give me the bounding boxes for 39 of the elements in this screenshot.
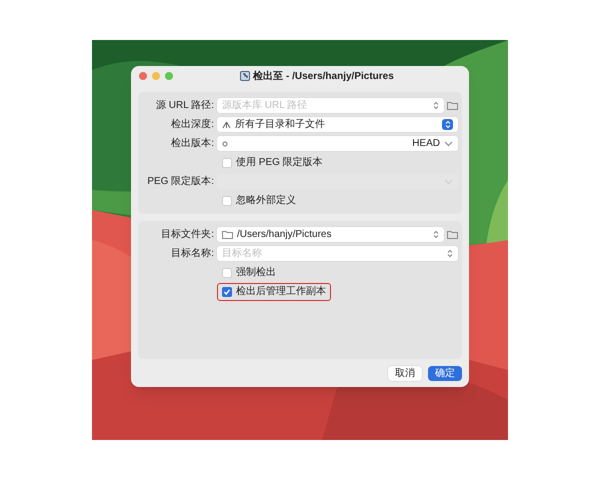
checkbox-label[interactable]: 忽略外部定义 bbox=[236, 193, 296, 208]
field-label: 目标文件夹: bbox=[161, 228, 214, 242]
stepper-icon bbox=[447, 249, 453, 258]
minimize-button[interactable] bbox=[152, 72, 160, 80]
revision-icon bbox=[222, 140, 228, 148]
checkbox-label[interactable]: 强制检出 bbox=[236, 265, 276, 280]
field-value: HEAD bbox=[412, 137, 440, 151]
field-label: PEG 限定版本: bbox=[147, 174, 214, 189]
field-label: 检出版本: bbox=[171, 136, 214, 151]
field-label: 检出深度: bbox=[171, 118, 214, 132]
stepper-icon bbox=[442, 119, 453, 130]
depth-dropdown[interactable]: 所有子目录和子文件 bbox=[217, 117, 458, 132]
cancel-button[interactable]: 取消 bbox=[388, 366, 422, 381]
zoom-button[interactable] bbox=[165, 72, 173, 80]
field-value: /Users/hanjy/Pictures bbox=[237, 228, 332, 242]
folder-icon bbox=[222, 230, 233, 239]
chevron-icon bbox=[444, 140, 453, 146]
checkbox[interactable] bbox=[222, 158, 232, 168]
tree-icon bbox=[222, 120, 231, 128]
placeholder-text: 源版本库 URL 路径 bbox=[222, 98, 308, 113]
confirm-button[interactable]: 确定 bbox=[428, 366, 462, 381]
input-field[interactable]: HEAD bbox=[217, 136, 458, 151]
folder-icon[interactable] bbox=[447, 101, 458, 110]
folder-icon[interactable] bbox=[447, 230, 458, 239]
checkbox-label[interactable]: 检出后管理工作副本 bbox=[236, 284, 326, 299]
app-icon bbox=[240, 71, 250, 81]
stepper-icon bbox=[433, 230, 439, 239]
checkbox[interactable] bbox=[222, 268, 232, 278]
field-value: 所有子目录和子文件 bbox=[235, 118, 325, 132]
checkbox-label[interactable]: 使用 PEG 限定版本 bbox=[236, 155, 323, 170]
checkbox[interactable] bbox=[222, 286, 232, 296]
input-field[interactable]: /Users/hanjy/Pictures bbox=[217, 227, 444, 242]
field-label: 源 URL 路径: bbox=[156, 99, 214, 113]
field-label: 目标名称: bbox=[171, 246, 214, 261]
close-button[interactable] bbox=[139, 72, 147, 80]
checkbox[interactable] bbox=[222, 196, 232, 206]
stepper-icon bbox=[433, 101, 439, 110]
window-title: 检出至 - /Users/hanjy/Pictures bbox=[253, 70, 394, 84]
placeholder-text: 目标名称 bbox=[222, 246, 262, 261]
